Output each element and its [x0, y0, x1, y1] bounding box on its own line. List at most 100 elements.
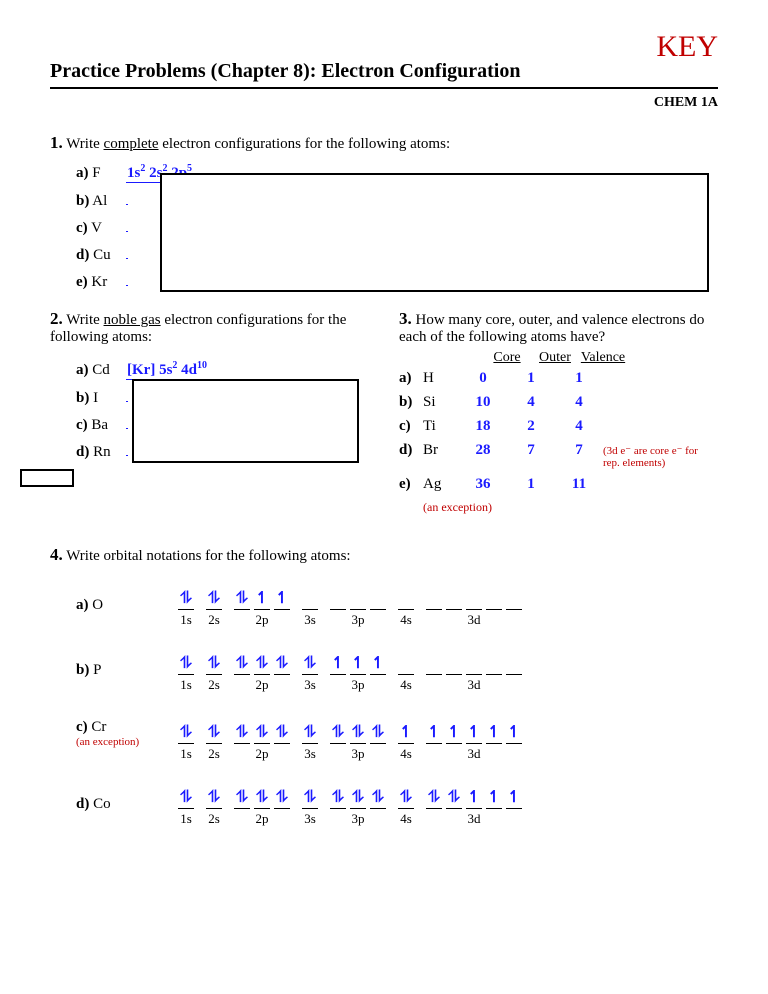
orbital-group: ⥮3s — [302, 723, 318, 762]
orbital-slot — [330, 589, 346, 610]
orbital-slot: ⥮ — [330, 723, 346, 744]
orbital-name: 1s — [180, 746, 192, 762]
orbital-slot: ↿ — [350, 654, 366, 675]
orbital-group: ⥮ 1s — [178, 654, 194, 693]
orbital-name: 3s — [304, 811, 316, 827]
q4-row: d) Co⥮1s⥮2s⥮⥮⥮2p⥮3s⥮⥮⥮3p⥮4s⥮⥮↿↿↿3d — [76, 788, 718, 827]
orbital-slot: ⥮ — [178, 589, 194, 610]
orbital-name: 2s — [208, 612, 220, 628]
orbital-slot: ⥮ — [302, 654, 318, 675]
redaction-box-3 — [20, 469, 74, 487]
orbital-group: 3d — [426, 589, 522, 628]
orbital-slot — [398, 654, 414, 675]
orbital-name: 2p — [256, 677, 269, 693]
orbital-group: ⥮⥮↿↿↿3d — [426, 788, 522, 827]
q3-row: a)H011 — [399, 370, 718, 387]
q4-item-label: b) P — [76, 662, 166, 693]
orbital-name: 4s — [400, 811, 412, 827]
orbital-slot — [486, 654, 502, 675]
orbital-group: ⥮⥮⥮2p — [234, 654, 290, 693]
orbital-group: ⥮⥮⥮2p — [234, 788, 290, 827]
q4-row: b) P⥮1s⥮2s⥮⥮⥮2p⥮3s↿↿↿3p4s3d — [76, 654, 718, 693]
orbital-slot: ⥮ — [254, 654, 270, 675]
orbital-group: ⥮↿↿2p — [234, 589, 290, 628]
orbital-slot — [446, 654, 462, 675]
orbital-name: 4s — [400, 746, 412, 762]
orbital-group: ⥮ 3s — [302, 654, 318, 693]
q3-text: How many core, outer, and valence electr… — [399, 312, 704, 345]
q2-item: a) Cd[Kr] 5s2 4d10 — [76, 360, 369, 380]
orbital-slot — [426, 589, 442, 610]
orbital-group: ⥮1s — [178, 723, 194, 762]
q3-header: Valence — [579, 350, 627, 366]
q4-item-label: d) Co — [76, 796, 166, 827]
page-title: Practice Problems (Chapter 8): Electron … — [50, 60, 718, 89]
orbital-name: 3d — [468, 612, 481, 628]
orbital-name: 1s — [180, 677, 192, 693]
orbital-slot — [302, 589, 318, 610]
orbital-slot: ⥮ — [206, 788, 222, 809]
orbital-slot — [398, 589, 414, 610]
orbital-group: ⥮2s — [206, 589, 222, 628]
orbital-group: ⥮⥮⥮2p — [234, 723, 290, 762]
orbital-name: 4s — [400, 677, 412, 693]
orbital-name: 2p — [256, 811, 269, 827]
orbital-name: 3s — [304, 746, 316, 762]
orbital-slot: ↿ — [506, 788, 522, 809]
orbital-group: 4s — [398, 589, 414, 628]
orbital-slot: ⥮ — [370, 788, 386, 809]
orbital-slot: ⥮ — [178, 654, 194, 675]
orbital-name: 3d — [468, 746, 481, 762]
orbital-slot: ⥮ — [274, 654, 290, 675]
orbital-slot: ⥮ — [206, 654, 222, 675]
q1-text-a: Write — [66, 136, 103, 152]
orbital-slot: ↿ — [370, 654, 386, 675]
orbital-slot — [506, 589, 522, 610]
orbital-slot — [426, 654, 442, 675]
q4-row: a) O⥮1s⥮2s⥮↿↿2p3s3p4s3d — [76, 589, 718, 628]
orbital-slot: ↿ — [330, 654, 346, 675]
orbital-slot: ↿ — [466, 723, 482, 744]
orbital-slot — [486, 589, 502, 610]
orbital-slot: ⥮ — [274, 788, 290, 809]
orbital-slot: ⥮ — [446, 788, 462, 809]
orbital-slot: ⥮ — [254, 788, 270, 809]
orbital-group: ⥮2s — [206, 723, 222, 762]
orbital-name: 2p — [256, 612, 269, 628]
q4-text: Write orbital notations for the followin… — [66, 548, 350, 564]
q2-text-a: Write — [66, 312, 103, 328]
q2-num: 2. — [50, 309, 63, 328]
orbital-name: 3s — [304, 677, 316, 693]
orbital-slot: ⥮ — [274, 723, 290, 744]
orbital-name: 1s — [180, 811, 192, 827]
orbital-slot: ⥮ — [330, 788, 346, 809]
q4-row: c) Cr(an exception)⥮1s⥮2s⥮⥮⥮2p⥮3s⥮⥮⥮3p↿4… — [76, 719, 718, 762]
orbital-slot: ⥮ — [302, 788, 318, 809]
question-1: 1. Write complete electron configuration… — [50, 133, 718, 291]
q3-row: b)Si1044 — [399, 394, 718, 411]
q3-header: Outer — [531, 350, 579, 366]
q3-row: c)Ti1824 — [399, 418, 718, 435]
orbital-group: ⥮ 3s — [302, 788, 318, 827]
orbital-name: 3d — [468, 677, 481, 693]
orbital-name: 4s — [400, 612, 412, 628]
orbital-group: ⥮1s — [178, 589, 194, 628]
orbital-slot: ↿ — [506, 723, 522, 744]
orbital-group: 3s — [302, 589, 318, 628]
orbital-group: 4s — [398, 654, 414, 693]
orbital-slot: ↿ — [466, 788, 482, 809]
orbital-slot: ↿ — [486, 788, 502, 809]
orbital-name: 3p — [352, 746, 365, 762]
orbital-group: 3p — [330, 589, 386, 628]
orbital-slot: ⥮ — [206, 723, 222, 744]
orbital-slot — [370, 589, 386, 610]
orbital-slot: ↿ — [446, 723, 462, 744]
q1-text-b: electron configurations for the followin… — [159, 136, 451, 152]
orbital-group: ⥮1s — [178, 788, 194, 827]
orbital-slot: ⥮ — [350, 723, 366, 744]
orbital-group: ↿↿↿↿↿3d — [426, 723, 522, 762]
orbital-slot: ⥮ — [234, 723, 250, 744]
orbital-slot: ⥮ — [370, 723, 386, 744]
orbital-slot: ↿ — [254, 589, 270, 610]
orbital-slot: ⥮ — [234, 654, 250, 675]
